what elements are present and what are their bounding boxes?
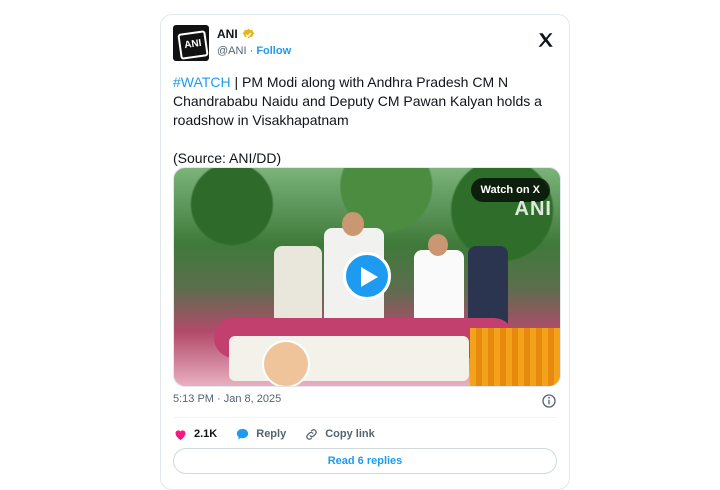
author-row: ANI [217, 27, 255, 41]
play-icon [361, 267, 378, 287]
video-figure-head [342, 212, 364, 236]
verified-badge-icon [242, 28, 255, 41]
reply-bubble-icon [237, 428, 249, 439]
heart-icon [175, 429, 186, 440]
marigold-garland [470, 328, 560, 386]
reply-label: Reply [256, 428, 287, 440]
author-handle[interactable]: @ANI [217, 45, 247, 57]
x-logo-icon[interactable] [537, 31, 555, 49]
like-count: 2.1K [194, 428, 218, 440]
portrait-cutout [262, 340, 310, 386]
separator-dot: · [249, 45, 254, 57]
author-name[interactable]: ANI [217, 27, 238, 41]
copy-link-label: Copy link [325, 428, 375, 440]
action-bar: 2.1K Reply Copy link [173, 423, 375, 445]
follow-button[interactable]: Follow [256, 45, 291, 57]
tweet-card: ANI ANI @ANI · Follow #WATCH | PM Modi a… [160, 14, 570, 490]
video-media[interactable]: Watch on X ANI [173, 167, 561, 387]
video-figure-head [428, 234, 448, 256]
tweet-text: #WATCH | PM Modi along with Andhra Prade… [173, 73, 565, 168]
handle-row: @ANI · Follow [217, 45, 291, 57]
tweet-header: ANI ANI @ANI · Follow [173, 25, 557, 65]
timestamp[interactable]: 5:13 PM · Jan 8, 2025 [173, 393, 281, 405]
video-figure [274, 246, 322, 326]
link-icon [306, 428, 317, 440]
timestamp-row: 5:13 PM · Jan 8, 2025 [173, 393, 557, 411]
play-button[interactable] [343, 252, 391, 300]
video-figure [468, 246, 508, 326]
copy-link-button[interactable]: Copy link [304, 427, 375, 442]
avatar[interactable]: ANI [173, 25, 209, 61]
reply-button[interactable]: Reply [235, 427, 286, 442]
hashtag-link[interactable]: #WATCH [173, 74, 231, 90]
divider [173, 417, 557, 418]
read-replies-button[interactable]: Read 6 replies [173, 448, 557, 474]
info-icon[interactable] [541, 393, 557, 409]
ani-watermark: ANI [514, 198, 552, 220]
like-button[interactable]: 2.1K [173, 427, 217, 442]
avatar-logo: ANI [177, 30, 209, 60]
